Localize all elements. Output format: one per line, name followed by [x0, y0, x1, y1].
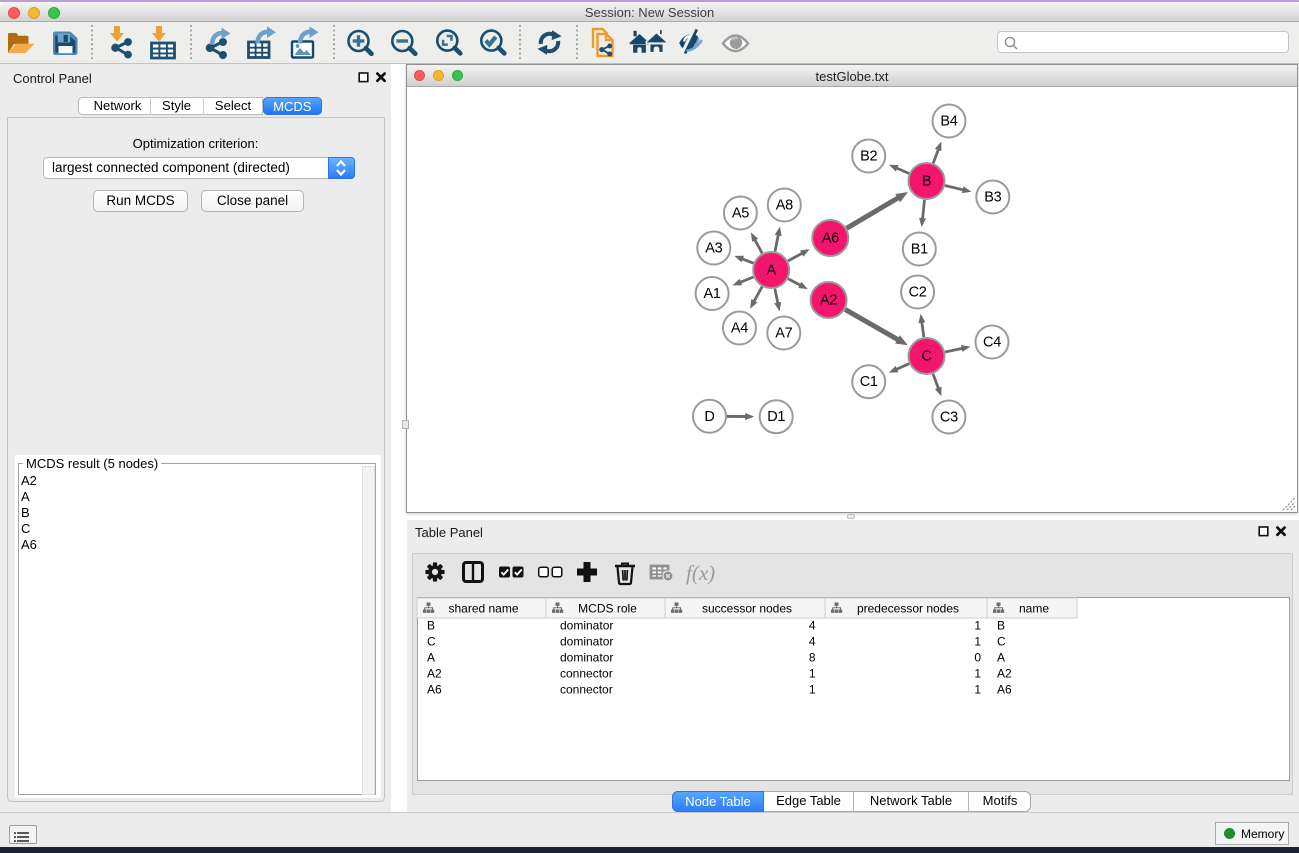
svg-text:MCDS role: MCDS role: [578, 602, 637, 616]
svg-text:4: 4: [809, 619, 816, 633]
svg-text:connector: connector: [560, 683, 613, 697]
svg-text:A6: A6: [427, 683, 442, 697]
svg-text:B: B: [997, 619, 1005, 633]
svg-text:1: 1: [974, 667, 981, 681]
svg-text:C: C: [997, 635, 1006, 649]
svg-text:dominator: dominator: [560, 635, 613, 649]
svg-text:4: 4: [809, 635, 816, 649]
svg-text:8: 8: [809, 651, 816, 665]
svg-text:connector: connector: [560, 667, 613, 681]
svg-text:A: A: [427, 651, 435, 665]
svg-text:predecessor nodes: predecessor nodes: [857, 602, 959, 616]
svg-text:0: 0: [974, 651, 981, 665]
svg-text:B: B: [427, 619, 435, 633]
svg-text:A2: A2: [427, 667, 442, 681]
svg-text:1: 1: [809, 683, 816, 697]
svg-text:successor nodes: successor nodes: [702, 602, 792, 616]
svg-text:A: A: [997, 651, 1005, 665]
svg-text:1: 1: [974, 619, 981, 633]
svg-text:dominator: dominator: [560, 651, 613, 665]
svg-text:A2: A2: [997, 667, 1012, 681]
svg-text:A6: A6: [997, 683, 1012, 697]
svg-text:1: 1: [974, 683, 981, 697]
svg-text:dominator: dominator: [560, 619, 613, 633]
svg-text:1: 1: [974, 635, 981, 649]
svg-text:1: 1: [809, 667, 816, 681]
svg-text:C: C: [427, 635, 436, 649]
svg-text:shared name: shared name: [448, 602, 518, 616]
svg-text:name: name: [1019, 602, 1049, 616]
